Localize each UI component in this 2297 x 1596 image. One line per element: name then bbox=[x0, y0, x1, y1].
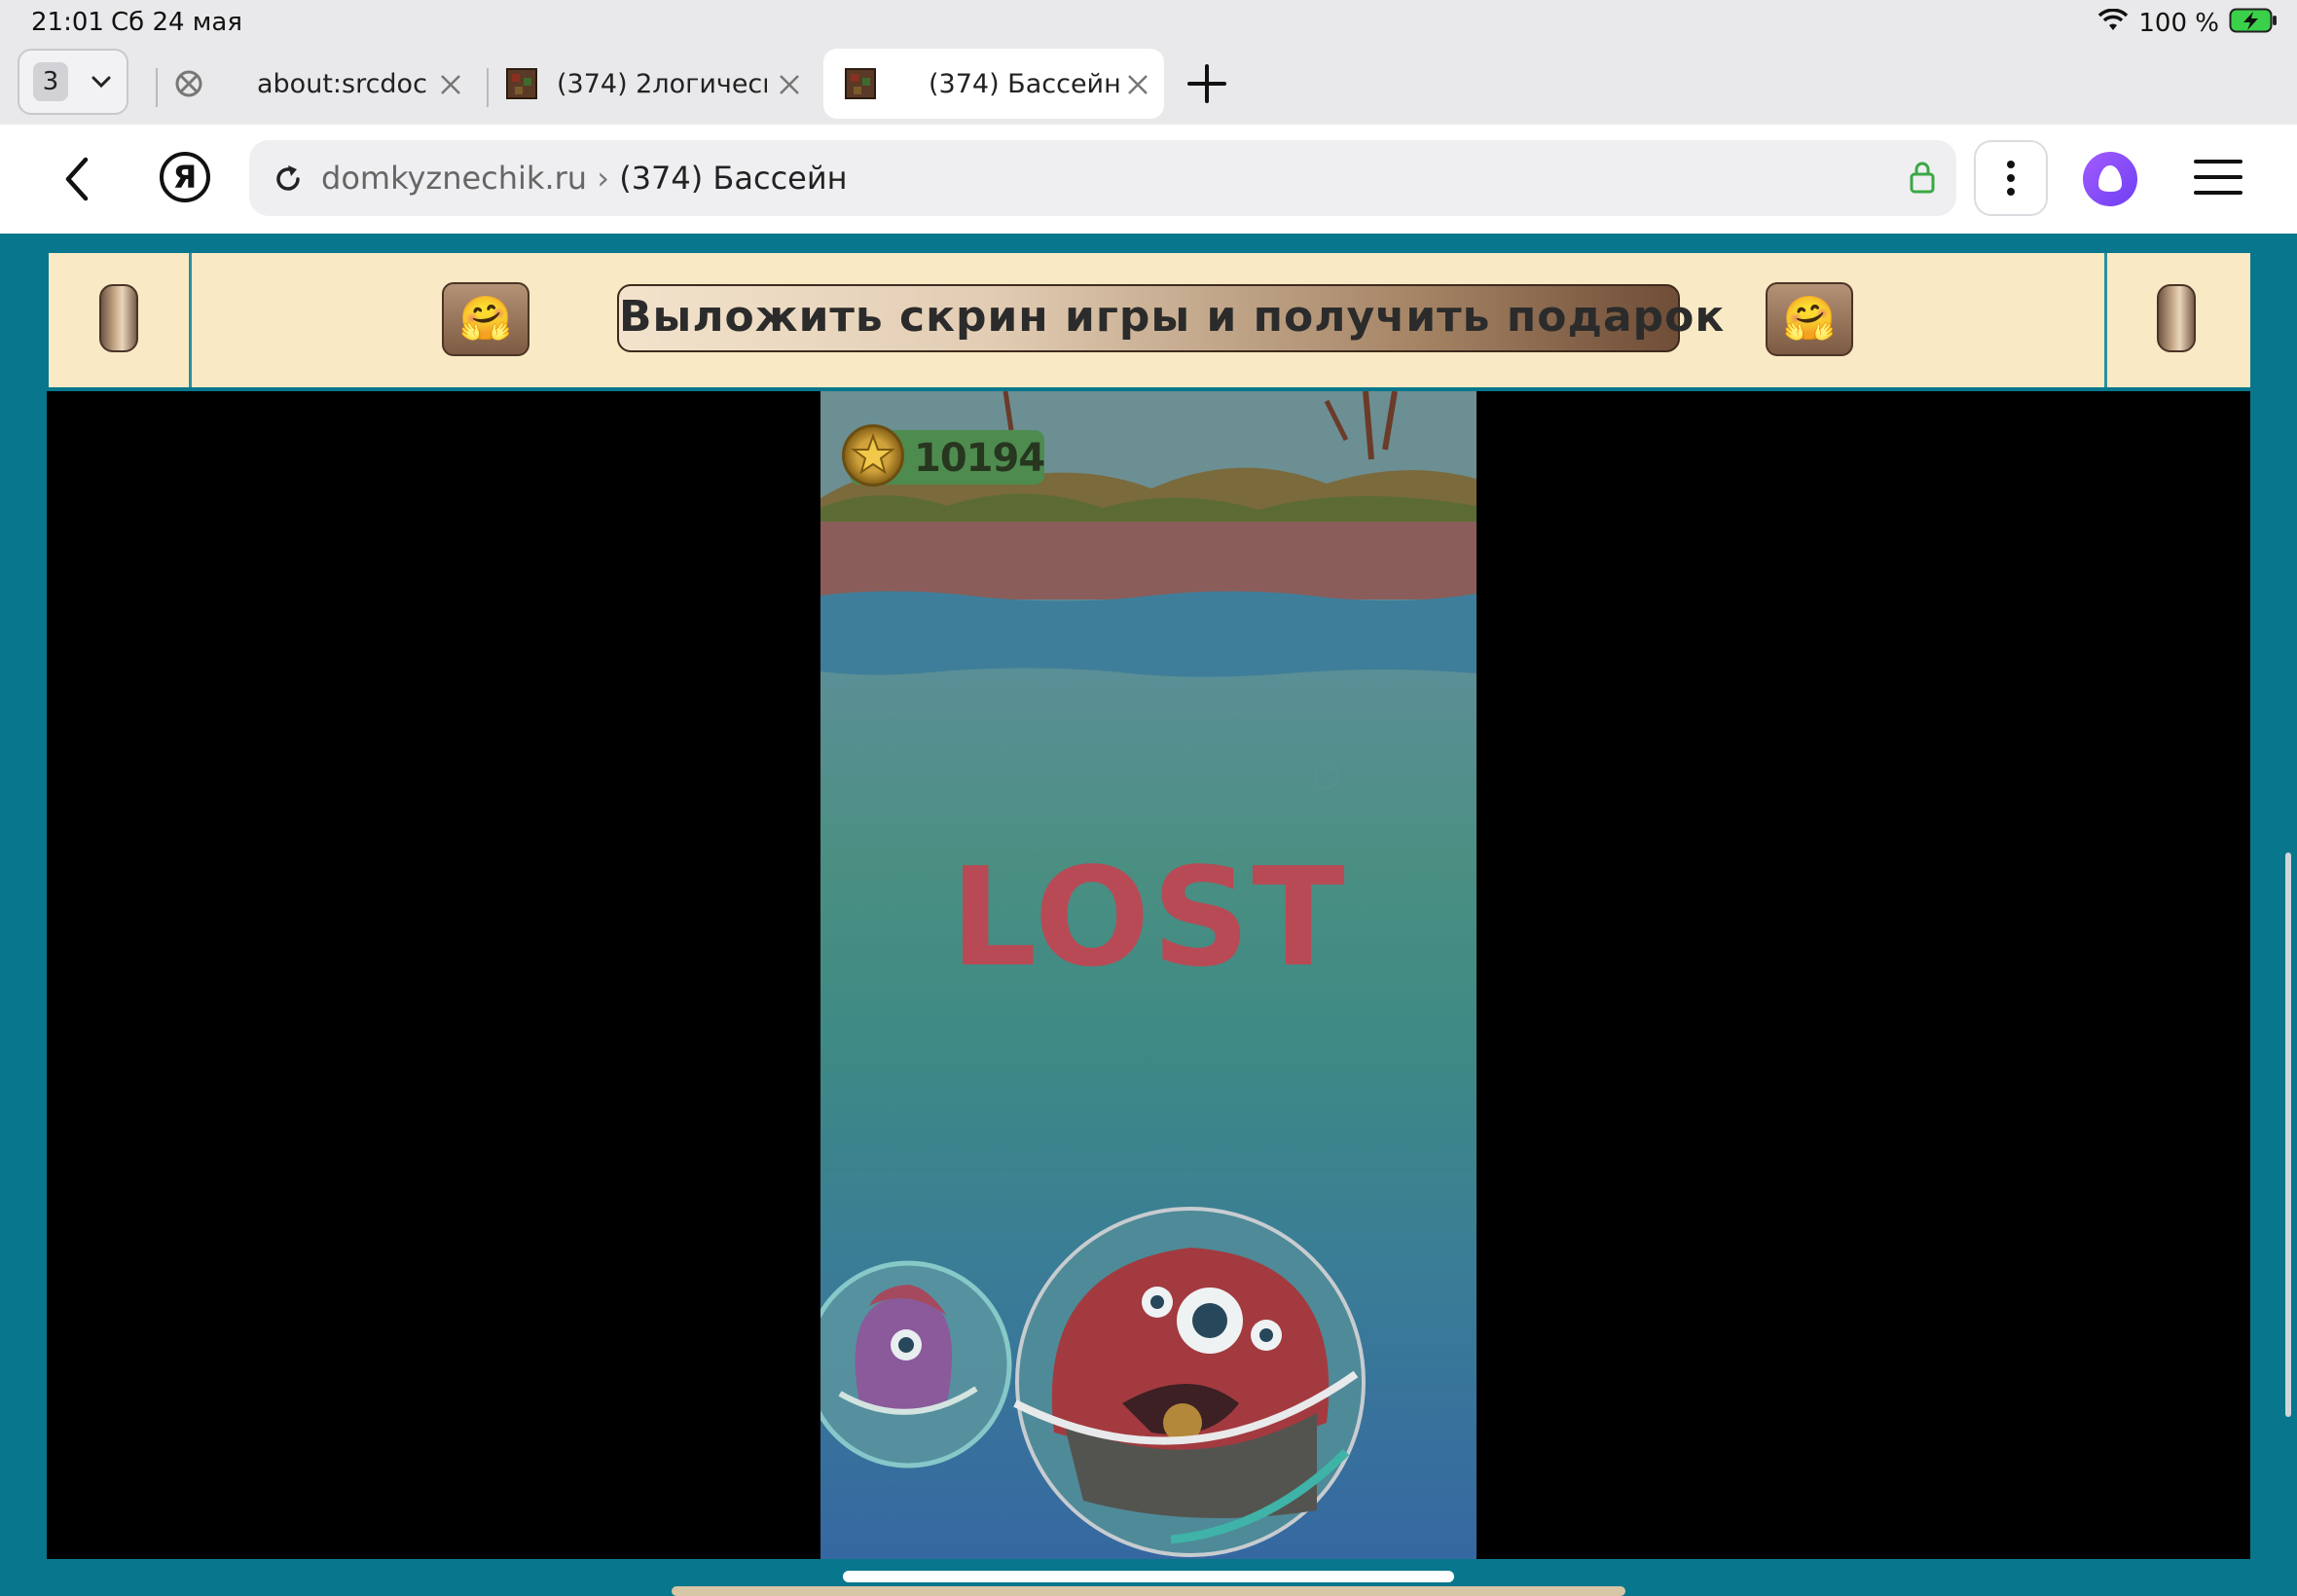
alice-icon[interactable] bbox=[2083, 152, 2137, 206]
banner-divider bbox=[189, 253, 192, 387]
tab-title: (374) 2логическ... bbox=[557, 68, 767, 99]
back-icon[interactable] bbox=[58, 154, 97, 208]
reload-icon[interactable] bbox=[271, 162, 306, 200]
address-separator: › bbox=[597, 160, 610, 197]
game-canvas[interactable]: 10194 LOST bbox=[820, 391, 1477, 1559]
chevron-down-icon bbox=[90, 70, 113, 97]
tab-count: 3 bbox=[33, 62, 68, 101]
address-url: domkyznechik.ru › (374) Бассейн bbox=[321, 160, 848, 197]
status-bar: 21:01 Сб 24 мая 100 % bbox=[0, 0, 2297, 47]
tab-about-srcdoc[interactable]: about:srcdoc bbox=[156, 49, 477, 119]
yandex-logo-icon[interactable]: Я bbox=[160, 152, 210, 202]
tab-title: (374) Бассейн bbox=[929, 68, 1121, 99]
page-scrollbar[interactable] bbox=[2285, 852, 2291, 1417]
wifi-icon bbox=[2097, 8, 2129, 39]
battery-charging-icon bbox=[2229, 8, 2278, 40]
browser-toolbar: Я domkyznechik.ru › (374) Бассейн bbox=[0, 125, 2297, 234]
site-favicon bbox=[506, 68, 537, 99]
promo-screenshot-button[interactable]: Выложить скрин игры и получить подарок bbox=[617, 284, 1724, 352]
battery-percent: 100 % bbox=[2138, 9, 2219, 38]
status-time: 21:01 bbox=[31, 8, 104, 37]
site-favicon bbox=[845, 68, 876, 99]
tab-title: about:srcdoc bbox=[257, 68, 427, 99]
coin-counter: 10194 bbox=[842, 424, 1045, 487]
lost-title: LOST bbox=[950, 839, 1347, 998]
hugging-emoji-button[interactable]: 🤗 bbox=[1766, 282, 1853, 356]
site-bottom-strip bbox=[672, 1586, 1625, 1596]
more-vertical-icon[interactable] bbox=[1974, 140, 2048, 216]
new-tab-plus-icon[interactable] bbox=[1184, 60, 1230, 111]
close-icon[interactable] bbox=[777, 72, 802, 101]
menu-icon[interactable] bbox=[2194, 158, 2242, 200]
status-date: Сб 24 мая bbox=[111, 8, 242, 37]
tab-logic-games[interactable]: (374) 2логическ... bbox=[489, 49, 816, 119]
tab-count-button[interactable]: 3 bbox=[18, 49, 128, 115]
address-bar[interactable]: domkyznechik.ru › (374) Бассейн bbox=[249, 140, 1956, 216]
address-host: domkyznechik.ru bbox=[321, 160, 588, 197]
hugging-emoji-button[interactable]: 🤗 bbox=[442, 282, 529, 356]
tab-pool[interactable]: (374) Бассейн bbox=[823, 49, 1164, 119]
address-page-title: (374) Бассейн bbox=[619, 160, 848, 197]
decorative-peg bbox=[2157, 284, 2196, 352]
site-banner: 🤗 Выложить скрин игры и получить подарок… bbox=[49, 253, 2250, 387]
banner-divider bbox=[2104, 253, 2107, 387]
tab-strip: 3 about:srcdoc (374) 2логическ... (374) … bbox=[0, 47, 2297, 125]
close-icon[interactable] bbox=[438, 72, 463, 101]
status-right: 100 % bbox=[2097, 6, 2278, 41]
home-indicator[interactable] bbox=[843, 1571, 1454, 1582]
close-icon[interactable] bbox=[1125, 72, 1150, 101]
star-coin-icon bbox=[842, 424, 904, 487]
coin-score: 10194 bbox=[914, 436, 1045, 481]
blocked-icon bbox=[173, 68, 204, 99]
lock-icon[interactable] bbox=[1908, 160, 1937, 199]
decorative-peg bbox=[99, 284, 138, 352]
